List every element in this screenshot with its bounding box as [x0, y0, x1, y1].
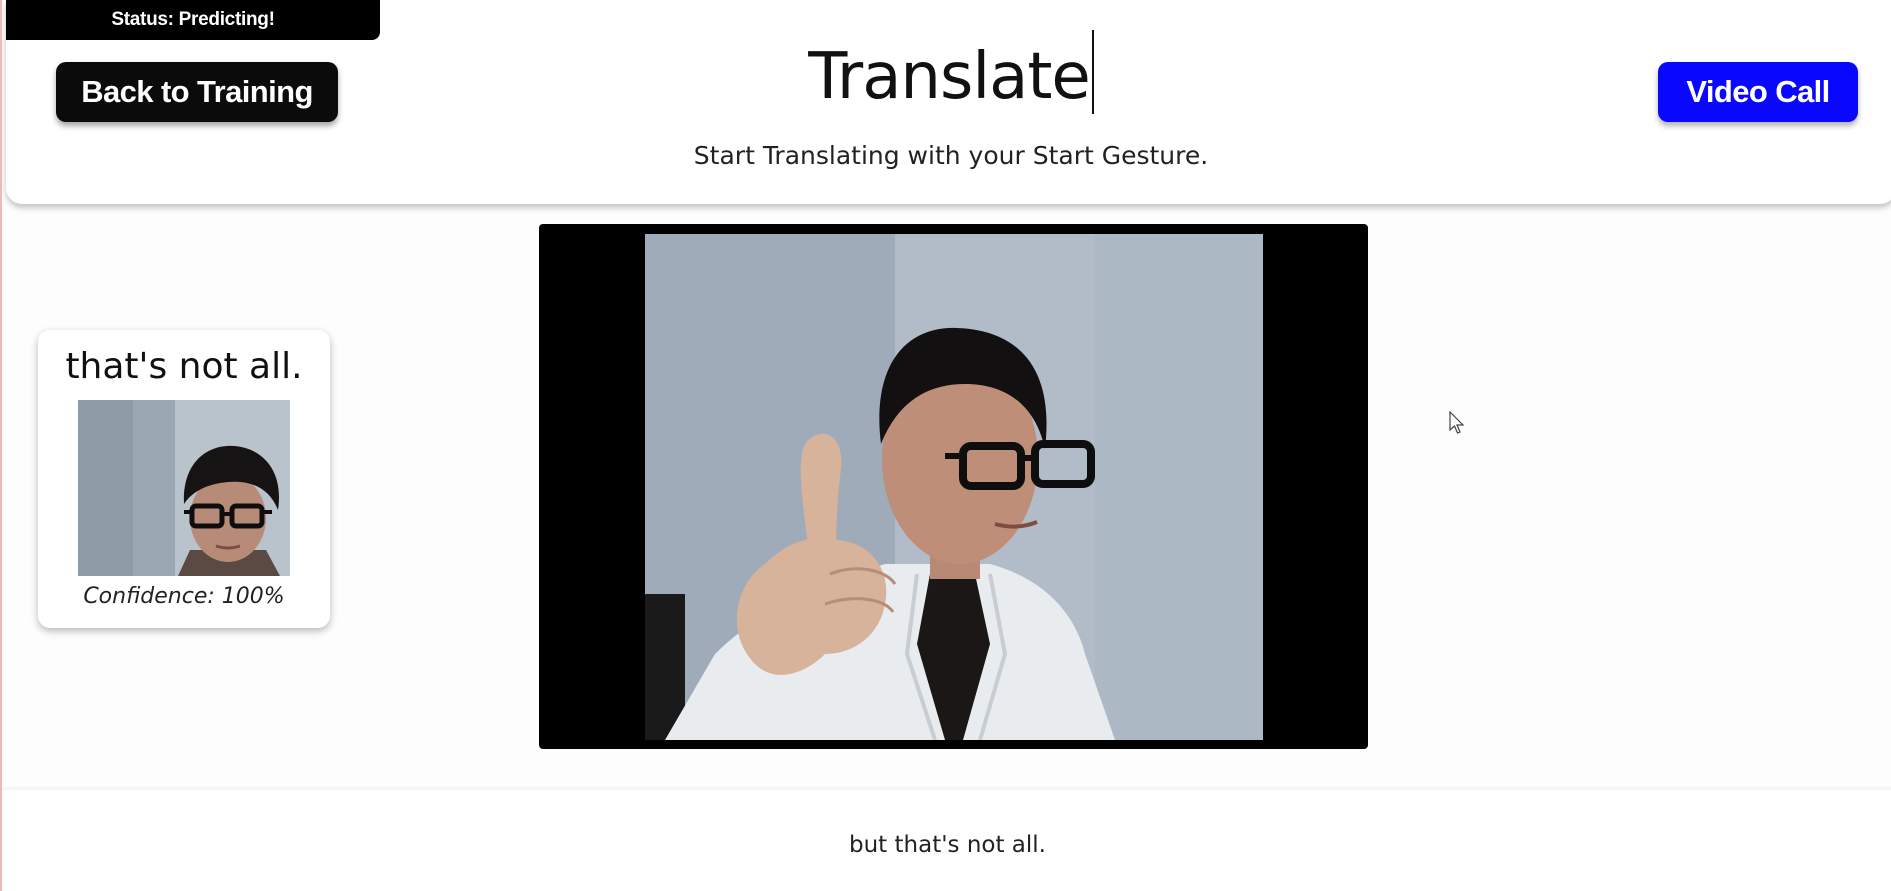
webcam-person-illustration	[645, 234, 1263, 740]
page-title-container: Translate	[6, 30, 1891, 114]
webcam-frame	[539, 224, 1368, 749]
page-title-wrap: Translate	[808, 30, 1094, 114]
translate-page: Status: Predicting! Back to Training Tra…	[0, 0, 1891, 891]
header-card: Status: Predicting! Back to Training Tra…	[6, 0, 1891, 204]
video-call-button[interactable]: Video Call	[1658, 62, 1858, 122]
prediction-snapshot-image	[78, 400, 290, 576]
page-title: Translate	[808, 40, 1091, 114]
webcam-video-feed	[645, 234, 1263, 740]
page-subtitle: Start Translating with your Start Gestur…	[693, 141, 1209, 170]
transcript-text: but that's not all.	[849, 832, 1046, 858]
mouse-cursor-icon	[1449, 411, 1465, 434]
prediction-card: that's not all. Confidence: 100%	[38, 330, 330, 628]
text-caret	[1091, 30, 1094, 114]
confidence-text: Confidence: 100%	[83, 584, 285, 609]
snapshot-person-illustration	[78, 400, 290, 576]
prediction-label: that's not all.	[65, 346, 303, 387]
transcript-bar: but that's not all.	[2, 790, 1891, 891]
